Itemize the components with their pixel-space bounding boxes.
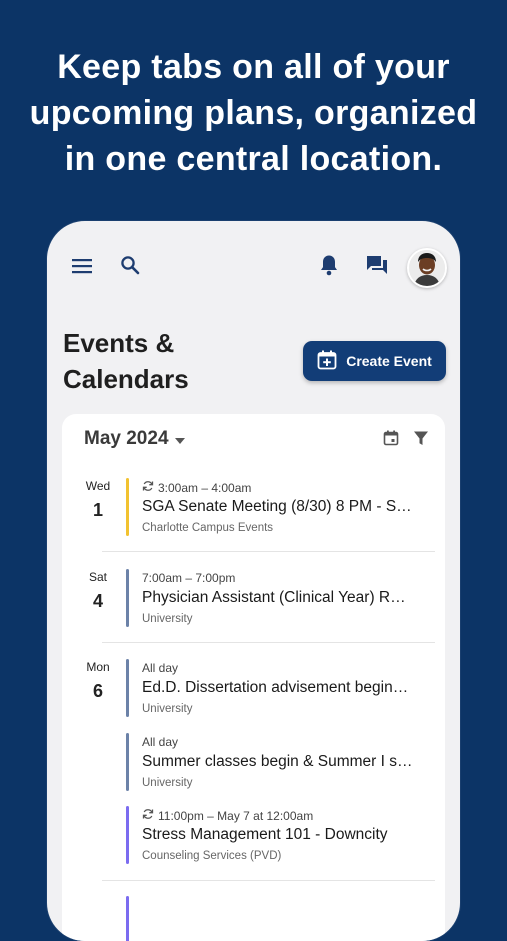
- create-event-label: Create Event: [346, 353, 432, 369]
- event-calendar: University: [142, 703, 193, 715]
- event-title: SGA Senate Meeting (8/30) 8 PM - Student…: [142, 498, 414, 515]
- calendar-color-bar: [126, 478, 129, 536]
- event-calendar: Counseling Services (PVD): [142, 850, 282, 862]
- event-title: Stress Management 101 - Downcity: [142, 826, 388, 843]
- calendar-color-bar: [126, 733, 129, 791]
- page-title-line-2: Calendars: [63, 364, 189, 394]
- event-item[interactable]: 3:00am – 4:00am SGA Senate Meeting (8/30…: [126, 478, 426, 536]
- calendar-color-bar: [126, 806, 129, 864]
- recurring-icon: [142, 808, 154, 823]
- divider: [102, 642, 435, 643]
- day-of-week: Wed: [85, 479, 111, 493]
- chat-icon[interactable]: [364, 252, 390, 278]
- month-selector[interactable]: May 2024: [84, 428, 185, 450]
- calendar-color-bar: [126, 569, 129, 627]
- event-item[interactable]: 7:00am – 7:00pm Physician Assistant (Cli…: [126, 569, 426, 627]
- calendar-color-bar: [126, 659, 129, 717]
- event-item-partial[interactable]: [126, 896, 426, 941]
- calendar-icon[interactable]: [383, 430, 399, 451]
- event-title: Physician Assistant (Clinical Year) Rota…: [142, 589, 414, 606]
- page-title-line-1: Events &: [63, 328, 175, 358]
- headline-line-3: in one central location.: [64, 140, 443, 178]
- month-label: May 2024: [84, 428, 169, 449]
- bell-icon[interactable]: [316, 252, 342, 278]
- event-item[interactable]: All day Ed.D. Dissertation advisement be…: [126, 659, 426, 717]
- divider: [102, 880, 435, 881]
- event-title: Ed.D. Dissertation advisement begins for…: [142, 679, 414, 696]
- profile-avatar[interactable]: [407, 248, 447, 288]
- search-icon[interactable]: [117, 252, 143, 278]
- event-item[interactable]: 11:00pm – May 7 at 12:00am Stress Manage…: [126, 806, 426, 864]
- event-title: Summer classes begin & Summer I session: [142, 753, 414, 770]
- event-calendar: University: [142, 777, 193, 789]
- day-number: 4: [92, 591, 103, 611]
- event-time: All day: [142, 735, 179, 749]
- filter-icon[interactable]: [413, 430, 429, 451]
- headline-line-1: Keep tabs on all of your: [57, 48, 450, 86]
- divider: [102, 551, 435, 552]
- event-calendar: Charlotte Campus Events: [142, 522, 274, 534]
- event-item[interactable]: All day Summer classes begin & Summer I …: [126, 733, 426, 791]
- menu-icon[interactable]: [69, 253, 95, 279]
- chevron-down-icon: [174, 428, 185, 450]
- headline: Keep tabs on all of your upcoming plans,…: [0, 44, 507, 182]
- recurring-icon: [142, 480, 154, 495]
- event-time: 3:00am – 4:00am: [158, 480, 252, 495]
- event-time: 11:00pm – May 7 at 12:00am: [158, 808, 314, 823]
- day-number: 1: [92, 500, 103, 520]
- events-card: May 2024 Wed 1 3:00am – 4:00am SGA Senat…: [62, 414, 445, 941]
- event-time: 7:00am – 7:00pm: [142, 571, 236, 585]
- calendar-add-icon: [317, 350, 337, 373]
- phone-screen: Events & Calendars Create Event May 2024: [47, 221, 460, 941]
- calendar-color-bar: [126, 896, 129, 941]
- page-title: Events & Calendars: [63, 325, 263, 397]
- day-of-week: Mon: [86, 660, 110, 674]
- event-calendar: University: [142, 613, 193, 625]
- headline-line-2: upcoming plans, organized: [29, 94, 478, 132]
- day-number: 6: [92, 681, 103, 701]
- day-of-week: Sat: [88, 570, 107, 584]
- event-time: All day: [142, 661, 179, 675]
- create-event-button[interactable]: Create Event: [303, 341, 446, 381]
